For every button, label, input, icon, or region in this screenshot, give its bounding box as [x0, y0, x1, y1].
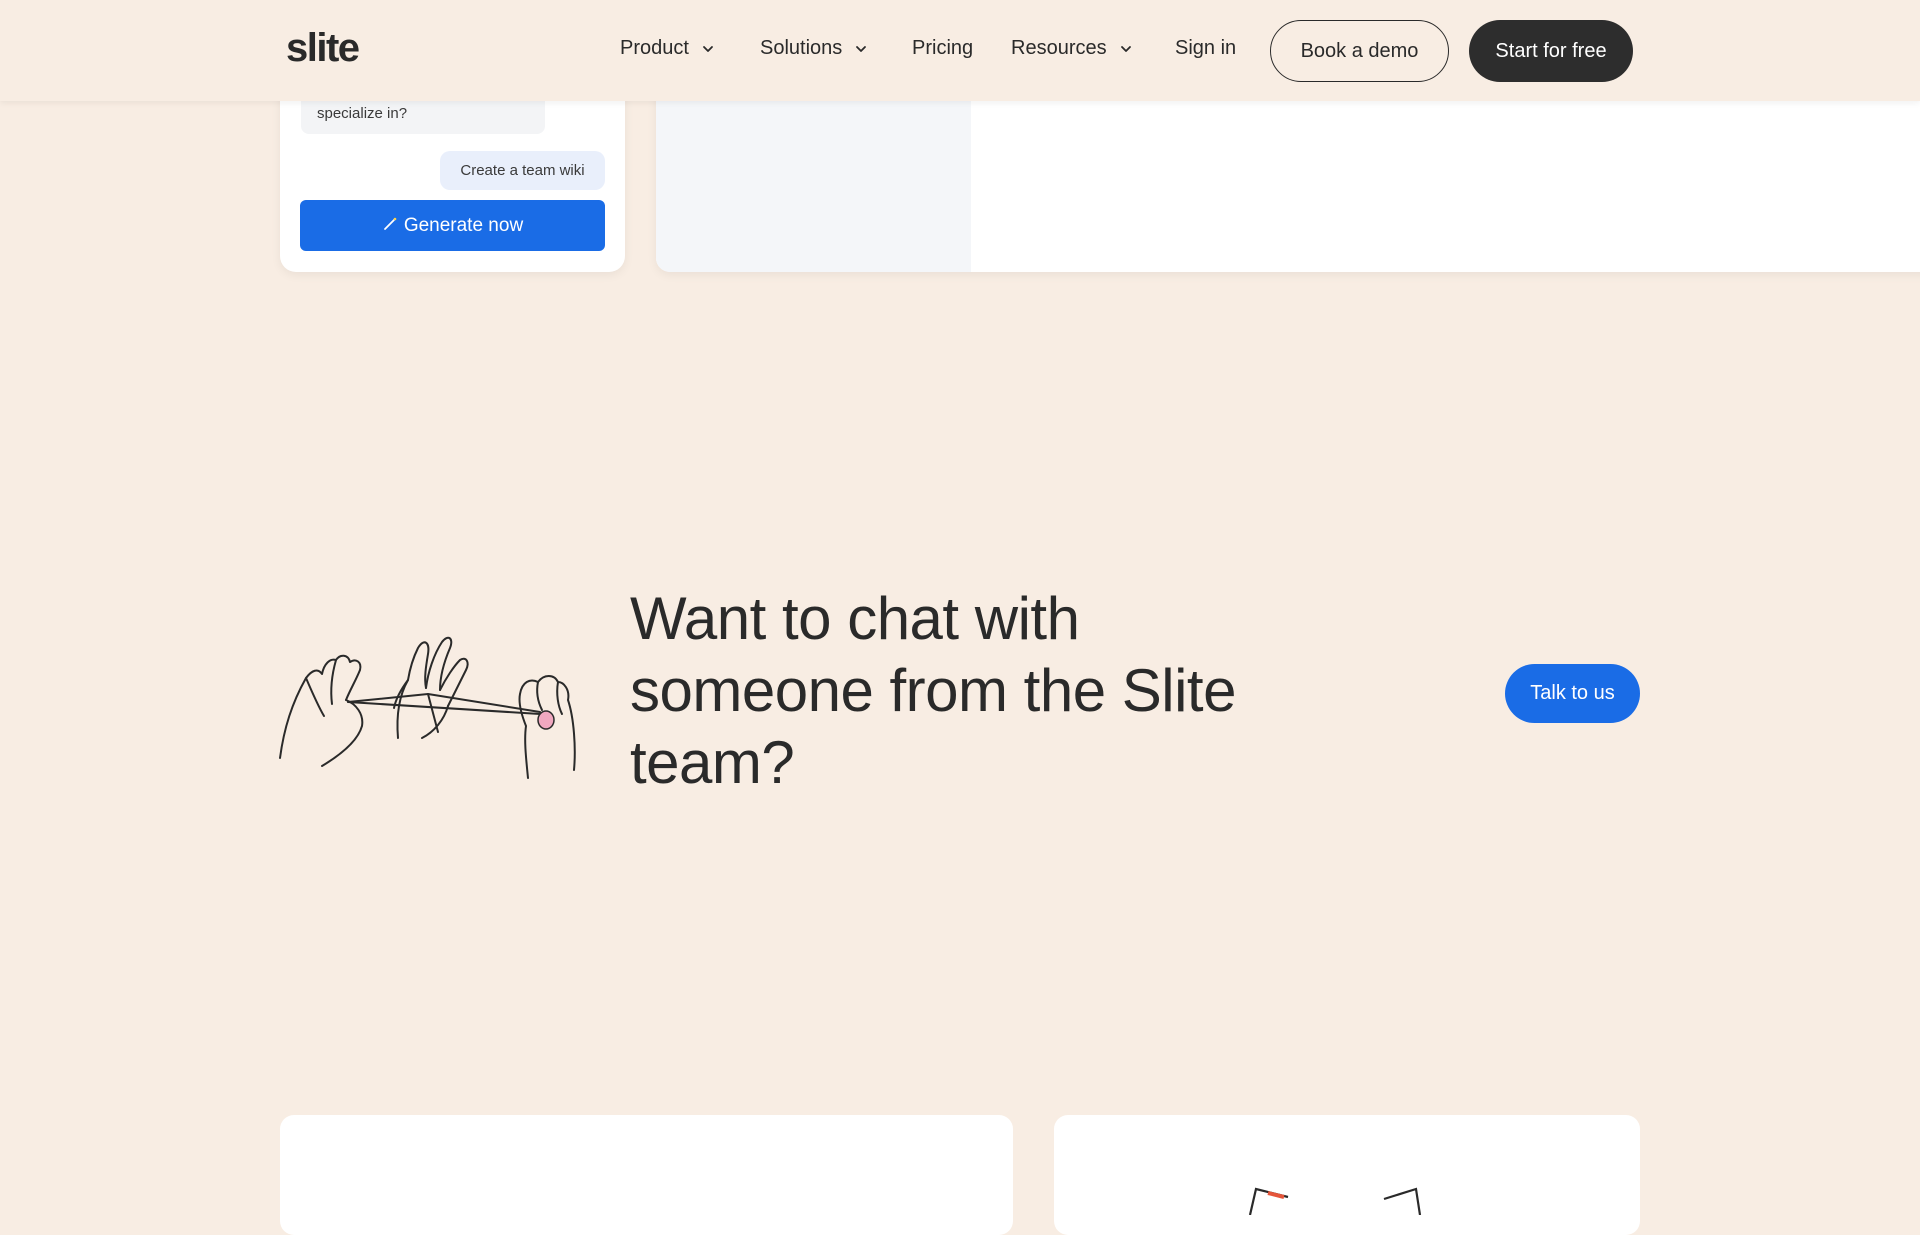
generate-now-button[interactable]: Generate now — [300, 200, 605, 251]
chevron-down-icon — [1120, 45, 1131, 52]
start-free-button[interactable]: Start for free — [1469, 20, 1633, 82]
nav-solutions-label: Solutions — [760, 37, 843, 59]
hands-string-illustration — [279, 636, 576, 779]
cta-heading: Want to chat with someone from the Slite… — [630, 585, 1236, 796]
slite-logo[interactable]: slite — [286, 26, 360, 71]
top-navigation: slite Product Solutions Pricing Resource… — [0, 0, 1920, 101]
nav-resources-label: Resources — [1011, 37, 1107, 59]
chevron-down-icon — [703, 45, 713, 52]
nav-product-label: Product — [620, 37, 689, 59]
nav-product[interactable]: Product — [620, 37, 715, 60]
magic-wand-icon — [382, 216, 398, 236]
sign-in-label: Sign in — [1175, 37, 1237, 59]
bottom-card-right — [1054, 1115, 1640, 1235]
nav-pricing-label: Pricing — [912, 37, 974, 59]
user-message-bubble: Create a team wiki — [440, 151, 605, 190]
talk-to-us-button[interactable]: Talk to us — [1505, 664, 1640, 723]
nav-pricing[interactable]: Pricing — [912, 37, 973, 60]
nav-resources[interactable]: Resources — [1011, 37, 1133, 60]
sign-in-link[interactable]: Sign in — [1175, 37, 1236, 60]
nav-solutions[interactable]: Solutions — [760, 37, 868, 60]
bottom-card-left — [280, 1115, 1013, 1235]
envelope-illustration — [1248, 1187, 1422, 1215]
book-demo-button[interactable]: Book a demo — [1270, 20, 1449, 82]
generate-now-label: Generate now — [403, 214, 524, 236]
chevron-down-icon — [856, 45, 867, 52]
